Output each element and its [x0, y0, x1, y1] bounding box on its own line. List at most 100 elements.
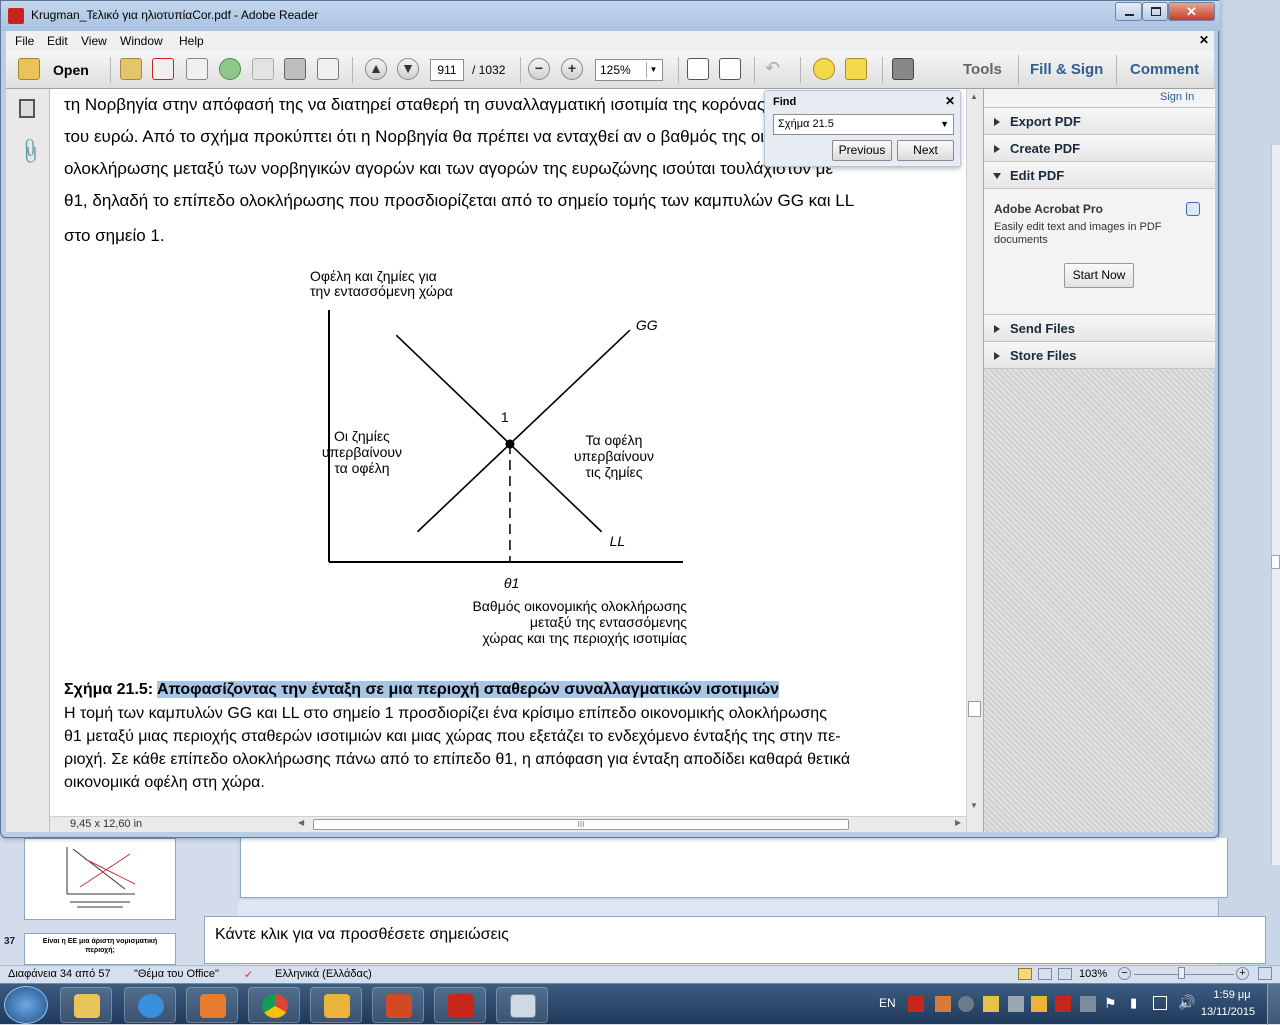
clock-date[interactable]: 13/11/2015: [1198, 1006, 1258, 1018]
horizontal-scrollbar[interactable]: 9,45 x 12,60 in ◀ III ▶: [50, 816, 966, 832]
pdf-convert-icon[interactable]: [152, 58, 174, 80]
zoom-out-icon[interactable]: −: [528, 58, 550, 80]
slide-canvas[interactable]: [238, 838, 1230, 900]
zoom-in-icon[interactable]: +: [561, 58, 583, 80]
send-files-section[interactable]: Send Files: [984, 315, 1215, 342]
store-files-section[interactable]: Store Files: [984, 342, 1215, 369]
tray-settings-icon[interactable]: [958, 996, 974, 1012]
maximize-icon[interactable]: [1142, 2, 1168, 21]
print-icon[interactable]: [284, 58, 306, 80]
tray-acrobat-icon[interactable]: [908, 996, 924, 1012]
spellcheck-icon[interactable]: ✓: [244, 968, 253, 981]
upload-icon[interactable]: [219, 58, 241, 80]
full-screen-icon[interactable]: [892, 58, 914, 80]
fit-to-window-icon[interactable]: [1258, 967, 1272, 980]
notes-pane[interactable]: Κάντε κλικ για να προσθέσετε σημειώσεις: [204, 916, 1266, 964]
save-icon[interactable]: [252, 58, 274, 80]
menu-window[interactable]: Window: [120, 34, 163, 48]
scroll-up-icon[interactable]: ▲: [970, 92, 978, 101]
slide-thumbnail-37[interactable]: Είναι η ΕΕ μια άριστη νομισματική περιοχ…: [24, 933, 176, 965]
sticky-note-icon[interactable]: [813, 58, 835, 80]
status-zoom[interactable]: 103%: [1079, 968, 1107, 980]
open-button[interactable]: Open: [53, 62, 89, 78]
find-next-button[interactable]: Next: [897, 140, 954, 161]
document-page[interactable]: τη Νορβηγία στην απόφασή της να διατηρεί…: [50, 89, 966, 832]
chevron-down-icon[interactable]: ▼: [646, 62, 660, 78]
find-input[interactable]: Σχήμα 21.5 ▼: [773, 114, 954, 135]
rotate-icon[interactable]: ↶: [765, 58, 787, 80]
zoom-in-icon[interactable]: +: [1236, 967, 1249, 980]
menu-help[interactable]: Help: [179, 34, 204, 48]
page-number-input[interactable]: 911: [430, 59, 464, 81]
taskbar-snipping-tool-icon[interactable]: [496, 987, 548, 1023]
tray-volume-icon[interactable]: 🔊: [1178, 994, 1195, 1011]
zoom-slider-thumb[interactable]: [1178, 967, 1185, 979]
sign-in-link[interactable]: Sign In: [1160, 91, 1194, 103]
start-button-icon[interactable]: [4, 986, 48, 1024]
fit-page-icon[interactable]: [719, 58, 741, 80]
close-icon[interactable]: ✕: [1168, 2, 1215, 21]
taskbar-powerpoint-icon[interactable]: [372, 987, 424, 1023]
tray-flag-icon[interactable]: ⚑: [1104, 995, 1117, 1012]
tray-notify-icon[interactable]: [983, 996, 999, 1012]
scroll-down-icon[interactable]: ▼: [970, 801, 978, 810]
zoom-out-icon[interactable]: −: [1118, 967, 1131, 980]
tray-outlook-icon[interactable]: [1031, 996, 1047, 1012]
horizontal-scroll-thumb[interactable]: III: [313, 819, 849, 830]
tray-battery-icon[interactable]: ▮: [1130, 995, 1137, 1011]
ppt-vertical-scrollbar[interactable]: [1271, 145, 1280, 865]
taskbar-explorer-icon[interactable]: [60, 987, 112, 1023]
comment-button[interactable]: Comment: [1130, 61, 1199, 78]
edit-icon[interactable]: [186, 58, 208, 80]
find-previous-button[interactable]: Previous: [832, 140, 892, 161]
highlight-text-icon[interactable]: [845, 58, 867, 80]
vertical-scrollbar[interactable]: ▲ ▼: [966, 89, 983, 832]
minimize-icon[interactable]: [1115, 2, 1142, 21]
scrolling-mode-icon[interactable]: [687, 58, 709, 80]
create-pdf-section[interactable]: Create PDF: [984, 135, 1215, 162]
next-page-icon[interactable]: ▼: [397, 58, 419, 80]
show-desktop-button[interactable]: [1267, 984, 1280, 1025]
status-language[interactable]: Ελληνικά (Ελλάδας): [275, 968, 372, 980]
vertical-scroll-thumb[interactable]: [968, 701, 981, 717]
export-pdf-section[interactable]: Export PDF: [984, 108, 1215, 135]
edit-pdf-section[interactable]: Edit PDF: [984, 162, 1215, 189]
chevron-down-icon[interactable]: ▼: [940, 119, 949, 129]
scroll-right-icon[interactable]: ▶: [955, 818, 961, 827]
taskbar-chrome-icon[interactable]: [248, 987, 300, 1023]
email-icon[interactable]: [317, 58, 339, 80]
tray-network-app-icon[interactable]: [1008, 996, 1024, 1012]
tray-app-icon[interactable]: [935, 996, 951, 1012]
menu-file[interactable]: File: [15, 34, 34, 48]
reading-view-icon[interactable]: [1058, 968, 1072, 980]
ppt-scroll-thumb[interactable]: [1271, 555, 1280, 569]
attachments-icon[interactable]: 📎: [15, 136, 46, 166]
previous-page-icon[interactable]: ▲: [365, 58, 387, 80]
close-document-icon[interactable]: ✕: [1199, 33, 1209, 47]
scroll-left-icon[interactable]: ◀: [298, 818, 304, 827]
language-indicator[interactable]: EN: [879, 996, 896, 1010]
start-now-button[interactable]: Start Now: [1064, 263, 1134, 288]
tray-network-icon[interactable]: [1153, 996, 1167, 1010]
menu-view[interactable]: View: [81, 34, 107, 48]
taskbar-ie-icon[interactable]: [124, 987, 176, 1023]
slide-thumbnail-36[interactable]: [24, 838, 176, 920]
status-theme[interactable]: "Θέμα του Office": [134, 968, 219, 980]
tray-pdf-icon[interactable]: [1055, 996, 1071, 1012]
create-pdf-icon[interactable]: [120, 58, 142, 80]
taskbar-adobe-reader-icon[interactable]: [434, 987, 486, 1023]
find-close-icon[interactable]: ✕: [945, 94, 955, 108]
page-thumbnails-icon[interactable]: [19, 99, 35, 118]
normal-view-icon[interactable]: [1018, 968, 1032, 980]
fill-sign-button[interactable]: Fill & Sign: [1030, 61, 1103, 78]
open-folder-icon[interactable]: [18, 58, 40, 80]
slide-sorter-icon[interactable]: [1038, 968, 1052, 980]
adobe-reader-app-icon[interactable]: [8, 8, 24, 24]
menu-edit[interactable]: Edit: [47, 34, 68, 48]
taskbar-outlook-icon[interactable]: [310, 987, 362, 1023]
tools-button[interactable]: Tools: [963, 61, 1002, 78]
tray-device-icon[interactable]: [1080, 996, 1096, 1012]
clock-time[interactable]: 1:59 μμ: [1208, 989, 1256, 1001]
taskbar-media-player-icon[interactable]: [186, 987, 238, 1023]
zoom-select[interactable]: 125% ▼: [595, 59, 663, 81]
